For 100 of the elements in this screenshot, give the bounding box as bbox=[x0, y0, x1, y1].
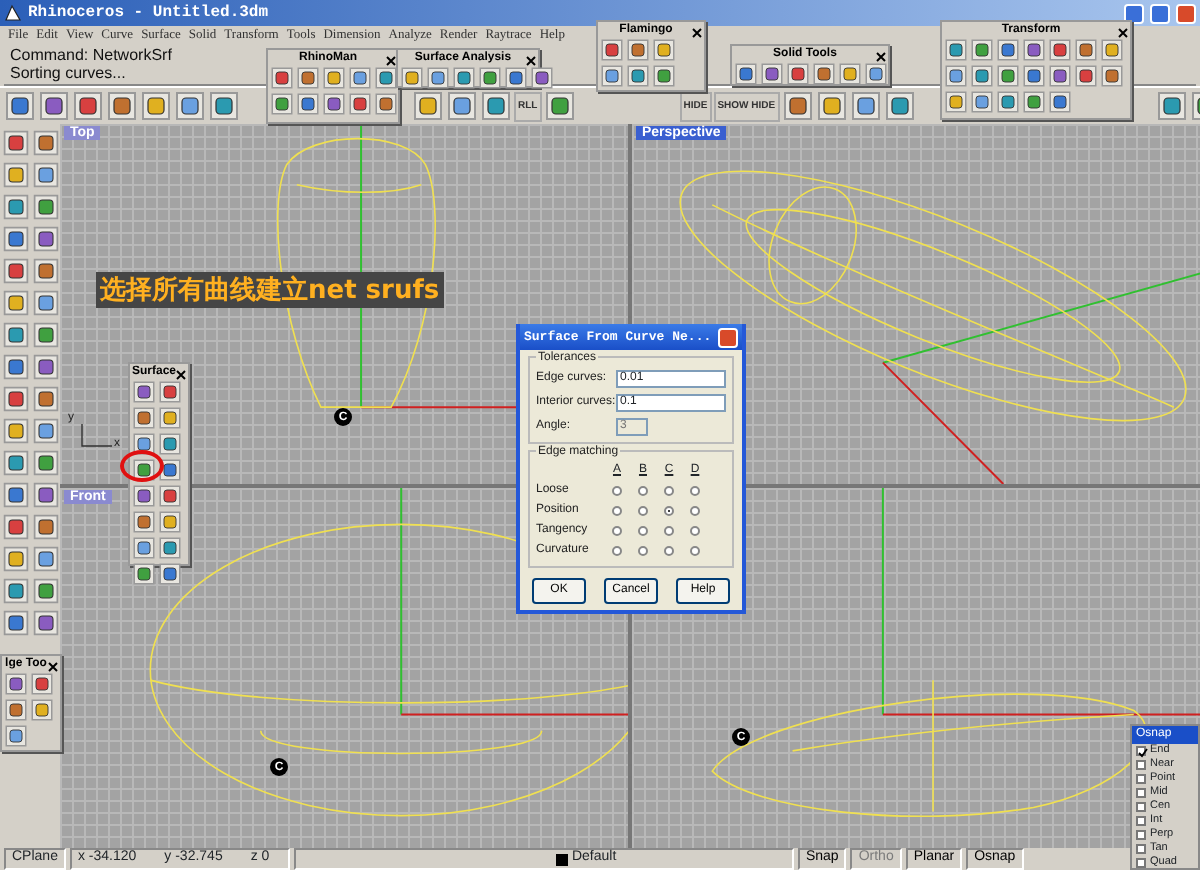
tool-icon[interactable] bbox=[652, 38, 676, 62]
checkbox[interactable] bbox=[1136, 844, 1146, 854]
tool-icon[interactable] bbox=[32, 224, 60, 254]
tool-icon[interactable] bbox=[132, 380, 156, 404]
radio-button[interactable] bbox=[638, 546, 648, 556]
radio-button[interactable] bbox=[612, 546, 622, 556]
tool-icon[interactable] bbox=[32, 448, 60, 478]
close-icon[interactable] bbox=[48, 659, 58, 669]
tool-icon[interactable] bbox=[970, 64, 994, 88]
close-icon[interactable] bbox=[386, 53, 396, 63]
radio-button[interactable] bbox=[612, 486, 622, 496]
checkbox[interactable] bbox=[1136, 858, 1146, 868]
radio-button[interactable] bbox=[612, 526, 622, 536]
tool-icon[interactable] bbox=[32, 352, 60, 382]
radio-button[interactable] bbox=[664, 546, 674, 556]
close-icon[interactable] bbox=[876, 49, 886, 59]
tool-icon[interactable] bbox=[996, 64, 1020, 88]
tool-icon[interactable] bbox=[38, 90, 70, 122]
tool-icon[interactable] bbox=[2, 384, 30, 414]
tool-icon[interactable] bbox=[1100, 38, 1124, 62]
tool-icon[interactable] bbox=[1048, 38, 1072, 62]
tool-icon[interactable] bbox=[2, 352, 30, 382]
checkbox[interactable] bbox=[1136, 788, 1146, 798]
tool-icon[interactable] bbox=[4, 672, 28, 696]
tool-icon[interactable] bbox=[374, 92, 398, 116]
restore-button[interactable] bbox=[1150, 3, 1170, 23]
tool-icon[interactable] bbox=[600, 64, 624, 88]
tool-icon[interactable] bbox=[849, 90, 882, 122]
tool-icon[interactable] bbox=[2, 288, 30, 318]
tool-icon[interactable] bbox=[815, 90, 848, 122]
tool-icon[interactable] bbox=[446, 90, 478, 122]
close-icon[interactable] bbox=[176, 367, 187, 377]
tool-icon[interactable] bbox=[158, 458, 182, 482]
tool-icon[interactable] bbox=[543, 90, 576, 122]
radio-button[interactable] bbox=[664, 526, 674, 536]
tool-icon[interactable] bbox=[132, 484, 156, 508]
tool-icon[interactable] bbox=[2, 160, 30, 190]
checkbox[interactable] bbox=[1136, 816, 1146, 826]
tool-icon[interactable] bbox=[652, 64, 676, 88]
tool-icon[interactable] bbox=[32, 576, 60, 606]
tool-icon[interactable] bbox=[158, 484, 182, 508]
radio-button[interactable] bbox=[638, 526, 648, 536]
tool-icon[interactable] bbox=[864, 62, 888, 86]
tool-icon[interactable] bbox=[2, 608, 30, 638]
tool-icon[interactable] bbox=[883, 90, 916, 122]
tool-icon[interactable] bbox=[452, 66, 476, 90]
tool-icon[interactable] bbox=[174, 90, 206, 122]
tool-icon[interactable] bbox=[158, 510, 182, 534]
tool-icon[interactable] bbox=[158, 562, 182, 586]
tool-icon[interactable] bbox=[2, 128, 30, 158]
tool-icon[interactable] bbox=[296, 66, 320, 90]
tool-icon[interactable] bbox=[32, 480, 60, 510]
tool-icon[interactable] bbox=[1100, 64, 1124, 88]
tool-icon[interactable] bbox=[996, 90, 1020, 114]
radio-button[interactable] bbox=[612, 506, 622, 516]
tool-icon[interactable] bbox=[530, 66, 554, 90]
tool-icon[interactable] bbox=[4, 90, 36, 122]
radio-button[interactable] bbox=[690, 526, 700, 536]
tool-icon[interactable] bbox=[1022, 64, 1046, 88]
tool-icon[interactable] bbox=[2, 512, 30, 542]
tool-icon[interactable] bbox=[970, 90, 994, 114]
tool-icon[interactable] bbox=[1074, 38, 1098, 62]
tool-icon[interactable] bbox=[374, 66, 398, 90]
radio-button[interactable] bbox=[638, 486, 648, 496]
tool-icon[interactable] bbox=[1048, 90, 1072, 114]
close-button[interactable] bbox=[718, 327, 738, 347]
tool-icon[interactable] bbox=[32, 288, 60, 318]
tool-icon[interactable] bbox=[348, 92, 372, 116]
tool-icon[interactable] bbox=[132, 536, 156, 560]
tool-icon[interactable] bbox=[32, 384, 60, 414]
tool-icon[interactable] bbox=[296, 92, 320, 116]
radio-button[interactable] bbox=[664, 506, 674, 516]
tool-icon[interactable] bbox=[132, 562, 156, 586]
close-button[interactable] bbox=[1176, 3, 1196, 23]
tool-icon[interactable] bbox=[32, 256, 60, 286]
tool-icon[interactable] bbox=[2, 416, 30, 446]
radio-button[interactable] bbox=[690, 506, 700, 516]
tool-icon[interactable] bbox=[32, 192, 60, 222]
tool-icon[interactable] bbox=[478, 66, 502, 90]
tool-icon[interactable] bbox=[322, 66, 346, 90]
tool-icon[interactable] bbox=[106, 90, 138, 122]
tool-icon[interactable] bbox=[1022, 90, 1046, 114]
tool-icon[interactable] bbox=[348, 66, 372, 90]
tool-icon[interactable] bbox=[30, 672, 54, 696]
tool-icon[interactable] bbox=[1074, 64, 1098, 88]
tool-icon[interactable] bbox=[322, 92, 346, 116]
radio-button[interactable] bbox=[638, 506, 648, 516]
tool-icon[interactable] bbox=[158, 536, 182, 560]
tool-icon[interactable] bbox=[626, 64, 650, 88]
tool-icon[interactable] bbox=[781, 90, 814, 122]
tool-icon[interactable] bbox=[944, 38, 968, 62]
tool-icon[interactable] bbox=[786, 62, 810, 86]
checkbox[interactable] bbox=[1136, 774, 1146, 784]
tool-icon[interactable] bbox=[270, 66, 294, 90]
tool-icon[interactable] bbox=[140, 90, 172, 122]
radio-button[interactable] bbox=[664, 486, 674, 496]
tool-icon[interactable] bbox=[32, 544, 60, 574]
tool-icon[interactable] bbox=[480, 90, 512, 122]
tool-icon[interactable] bbox=[2, 256, 30, 286]
close-icon[interactable] bbox=[526, 53, 536, 63]
